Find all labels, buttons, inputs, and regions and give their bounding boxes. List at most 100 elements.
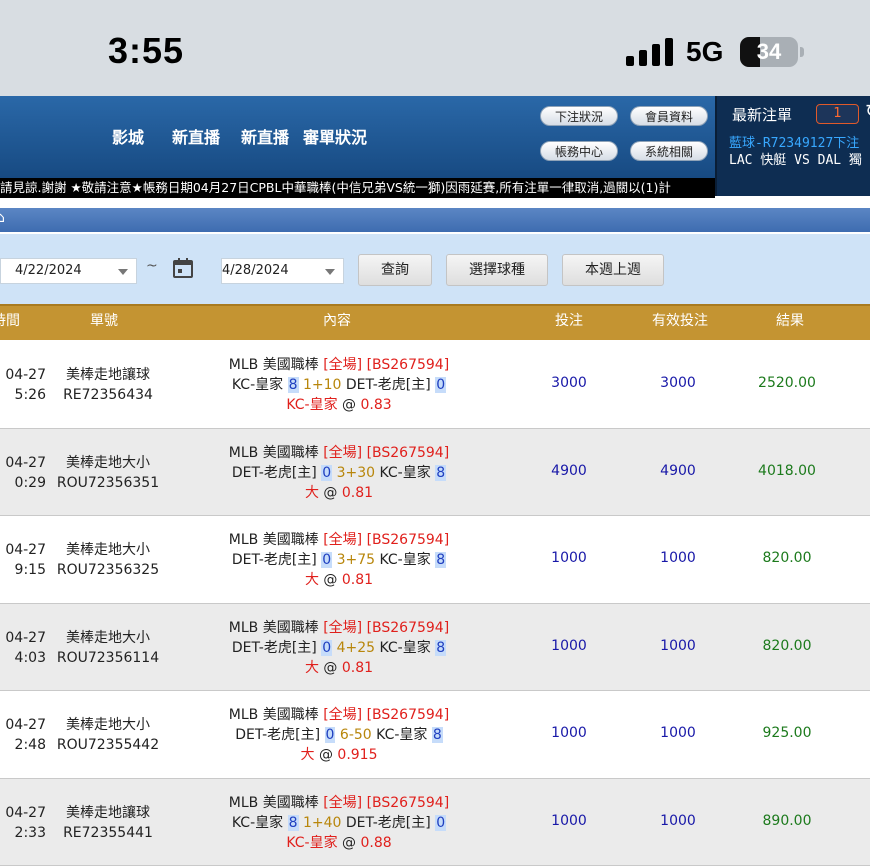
table-header: 時間 單號 內容 投注 有效投注 結果 <box>0 304 870 340</box>
score-2: 8 <box>435 465 446 481</box>
odds-at: @ <box>319 572 342 588</box>
table-row: 04-274:03美棒走地大小ROU72356114MLB 美國職棒 [全場] … <box>0 604 870 692</box>
date-to-select[interactable]: 4/28/2024 <box>221 258 344 284</box>
bet-type: 美棒走地讓球 <box>50 803 166 823</box>
score-2: 0 <box>435 815 446 831</box>
odds-at: @ <box>338 835 361 851</box>
table-row: 04-272:33美棒走地讓球RE72355441 MLB 美國職棒 [全場] [… <box>0 779 870 866</box>
bet-datetime: 04-272:33 <box>0 803 46 843</box>
calendar-icon[interactable] <box>173 258 193 278</box>
battery-icon: 34 <box>740 37 798 67</box>
bet-scope: [全場] <box>323 532 366 548</box>
score-2: 8 <box>435 640 446 656</box>
score-1: 0 <box>325 727 336 743</box>
bet-pick: KC-皇家 <box>286 835 337 851</box>
bet-time: 0:29 <box>0 473 46 493</box>
league-name: MLB 美國職棒 <box>229 620 323 636</box>
refresh-icon[interactable]: ↻ <box>865 101 870 122</box>
score-1: 8 <box>288 377 299 393</box>
latest-bets-title: 最新注單 <box>732 104 792 125</box>
stake-amount: 1000 <box>519 638 619 654</box>
result-amount: 820.00 <box>737 638 837 654</box>
table-row: 04-275:26美棒走地讓球RE72356434MLB 美國職棒 [全場] [… <box>0 341 870 429</box>
bet-content: MLB 美國職棒 [全場] [BS267594]KC-皇家 8 1+40 DET… <box>210 793 468 853</box>
ticket-number[interactable]: ROU72355442 <box>50 735 166 755</box>
league-name: MLB 美國職棒 <box>229 707 323 723</box>
col-result: 結果 <box>776 310 804 330</box>
bet-datetime: 04-274:03 <box>0 628 46 668</box>
valid-stake-amount: 1000 <box>628 725 728 741</box>
col-time: 時間 <box>0 310 20 330</box>
member-info-button[interactable]: 會員資料 <box>630 106 708 126</box>
bet-status-button[interactable]: 下注狀況 <box>540 106 618 126</box>
handicap: 1+10 <box>299 377 346 393</box>
score-2: 8 <box>432 727 443 743</box>
handicap: 6-50 <box>335 727 376 743</box>
ticket-number[interactable]: RE72355441 <box>50 823 166 843</box>
select-sport-button[interactable]: 選擇球種 <box>446 254 548 286</box>
col-stake: 投注 <box>555 310 583 330</box>
this-last-week-button[interactable]: 本週上週 <box>562 254 664 286</box>
battery-percent: 34 <box>740 37 798 67</box>
network-type: 5G <box>686 36 723 68</box>
result-amount: 820.00 <box>737 550 837 566</box>
bet-ticket: 美棒走地讓球RE72355441 <box>50 803 166 843</box>
bet-pick: 大 <box>305 485 319 501</box>
bet-type: 美棒走地大小 <box>50 540 166 560</box>
col-content: 內容 <box>323 310 351 330</box>
league-name: MLB 美國職棒 <box>229 532 323 548</box>
nav-link-review-status[interactable]: 審單狀況 <box>303 124 367 148</box>
handicap: 3+75 <box>332 552 379 568</box>
team-2: KC-皇家 <box>379 465 435 481</box>
result-amount: 2520.00 <box>737 375 837 391</box>
query-button[interactable]: 查詢 <box>358 254 432 286</box>
cellular-signal-icon <box>626 38 674 66</box>
date-range-separator: ~ <box>146 258 158 274</box>
bet-pick: 大 <box>305 572 319 588</box>
bet-date: 04-27 <box>0 540 46 560</box>
result-amount: 4018.00 <box>737 463 837 479</box>
stake-amount: 3000 <box>519 375 619 391</box>
ticket-number[interactable]: ROU72356351 <box>50 473 166 493</box>
latest-bets-count[interactable]: 1 <box>816 104 859 124</box>
event-code: [BS267594] <box>367 445 450 461</box>
nav-link-cinema[interactable]: 影城 <box>112 124 144 148</box>
ticket-number[interactable]: ROU72356114 <box>50 648 166 668</box>
bet-datetime: 04-275:26 <box>0 365 46 405</box>
valid-stake-amount: 4900 <box>628 463 728 479</box>
bet-content: MLB 美國職棒 [全場] [BS267594]DET-老虎[主] 0 6-50… <box>210 705 468 765</box>
score-1: 0 <box>321 552 332 568</box>
top-navigation: 影城 新直播 新直播 審單狀況 下注狀況 會員資料 帳務中心 系統相關 <box>0 96 715 178</box>
score-1: 0 <box>321 465 332 481</box>
bet-time: 2:33 <box>0 823 46 843</box>
bet-scope: [全場] <box>323 620 366 636</box>
result-amount: 925.00 <box>737 725 837 741</box>
bet-odds: 0.81 <box>342 485 373 501</box>
date-from-select[interactable]: 4/22/2024 <box>0 258 137 284</box>
bet-datetime: 04-270:29 <box>0 453 46 493</box>
section-header: ⌂ <box>0 198 870 234</box>
bet-date: 04-27 <box>0 453 46 473</box>
home-icon[interactable]: ⌂ <box>0 210 5 226</box>
ticket-number[interactable]: RE72356434 <box>50 385 166 405</box>
account-center-button[interactable]: 帳務中心 <box>540 141 618 161</box>
bet-content: MLB 美國職棒 [全場] [BS267594]KC-皇家 8 1+10 DET… <box>210 355 468 415</box>
bet-odds: 0.915 <box>337 747 377 763</box>
team-1: KC-皇家 <box>232 377 288 393</box>
system-button[interactable]: 系統相關 <box>630 141 708 161</box>
ticket-number[interactable]: ROU72356325 <box>50 560 166 580</box>
bet-odds: 0.81 <box>342 572 373 588</box>
league-name: MLB 美國職棒 <box>229 357 323 373</box>
bet-date: 04-27 <box>0 628 46 648</box>
bet-time: 4:03 <box>0 648 46 668</box>
valid-stake-amount: 1000 <box>628 638 728 654</box>
bet-type: 美棒走地大小 <box>50 453 166 473</box>
nav-link-live-1[interactable]: 新直播 <box>172 124 220 148</box>
valid-stake-amount: 1000 <box>628 813 728 829</box>
bet-odds: 0.83 <box>360 397 391 413</box>
content-match-line: DET-老虎[主] 0 3+30 KC-皇家 8 <box>210 463 468 483</box>
content-league-line: MLB 美國職棒 [全場] [BS267594] <box>210 530 468 550</box>
chevron-down-icon <box>325 269 335 275</box>
nav-link-live-2[interactable]: 新直播 <box>241 124 289 148</box>
bet-date: 04-27 <box>0 715 46 735</box>
